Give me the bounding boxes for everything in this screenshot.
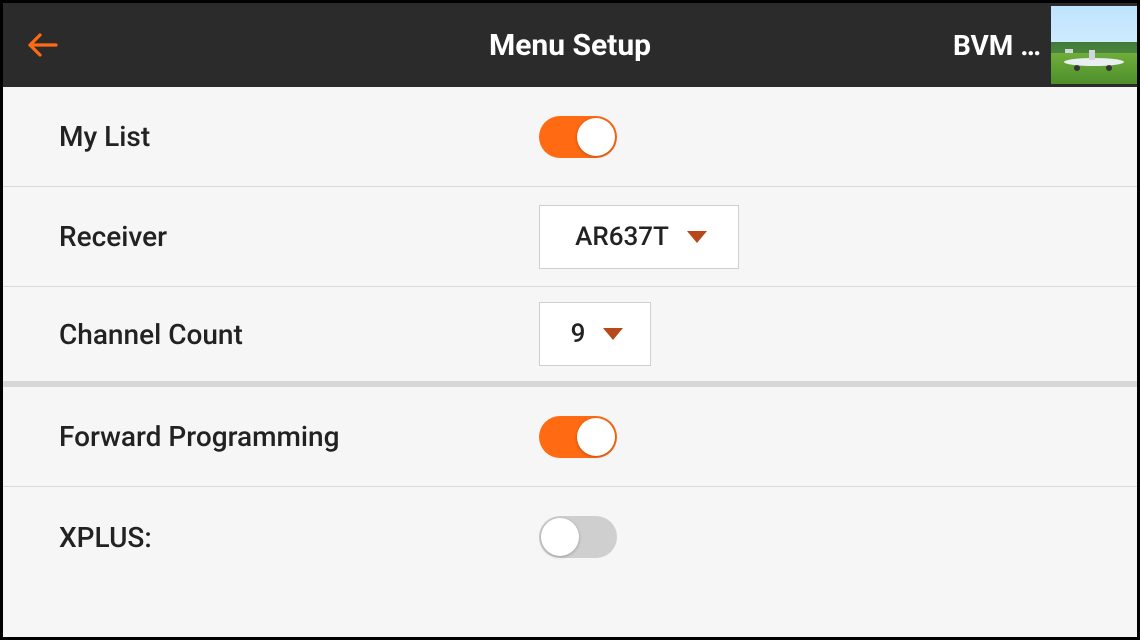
my-list-label: My List bbox=[59, 120, 539, 153]
airplane-icon bbox=[1059, 46, 1129, 72]
channel-count-dropdown[interactable]: 9 bbox=[539, 302, 651, 366]
model-selector[interactable]: BVM … bbox=[953, 3, 1137, 87]
app-frame: Menu Setup BVM … My bbox=[0, 0, 1140, 640]
header-bar: Menu Setup BVM … bbox=[3, 3, 1137, 87]
forward-programming-label: Forward Programming bbox=[59, 420, 539, 453]
channel-count-value: 9 bbox=[571, 319, 586, 349]
back-arrow-icon bbox=[26, 28, 60, 62]
row-channel-count: Channel Count 9 bbox=[3, 287, 1137, 387]
model-name-label: BVM … bbox=[953, 29, 1041, 62]
row-xplus: XPLUS: bbox=[3, 487, 1137, 587]
row-my-list: My List bbox=[3, 87, 1137, 187]
my-list-toggle[interactable] bbox=[539, 116, 617, 158]
xplus-label: XPLUS: bbox=[59, 521, 539, 554]
receiver-label: Receiver bbox=[59, 220, 539, 253]
chevron-down-icon bbox=[687, 231, 707, 243]
model-thumbnail bbox=[1051, 6, 1137, 84]
channel-count-label: Channel Count bbox=[59, 318, 539, 351]
settings-list: My List Receiver AR637T Channel Count 9 bbox=[3, 87, 1137, 637]
back-button[interactable] bbox=[13, 15, 73, 75]
chevron-down-icon bbox=[603, 328, 623, 340]
receiver-value: AR637T bbox=[575, 222, 669, 252]
xplus-toggle[interactable] bbox=[539, 516, 617, 558]
row-receiver: Receiver AR637T bbox=[3, 187, 1137, 287]
forward-programming-toggle[interactable] bbox=[539, 416, 617, 458]
receiver-dropdown[interactable]: AR637T bbox=[539, 205, 739, 269]
row-forward-programming: Forward Programming bbox=[3, 387, 1137, 487]
